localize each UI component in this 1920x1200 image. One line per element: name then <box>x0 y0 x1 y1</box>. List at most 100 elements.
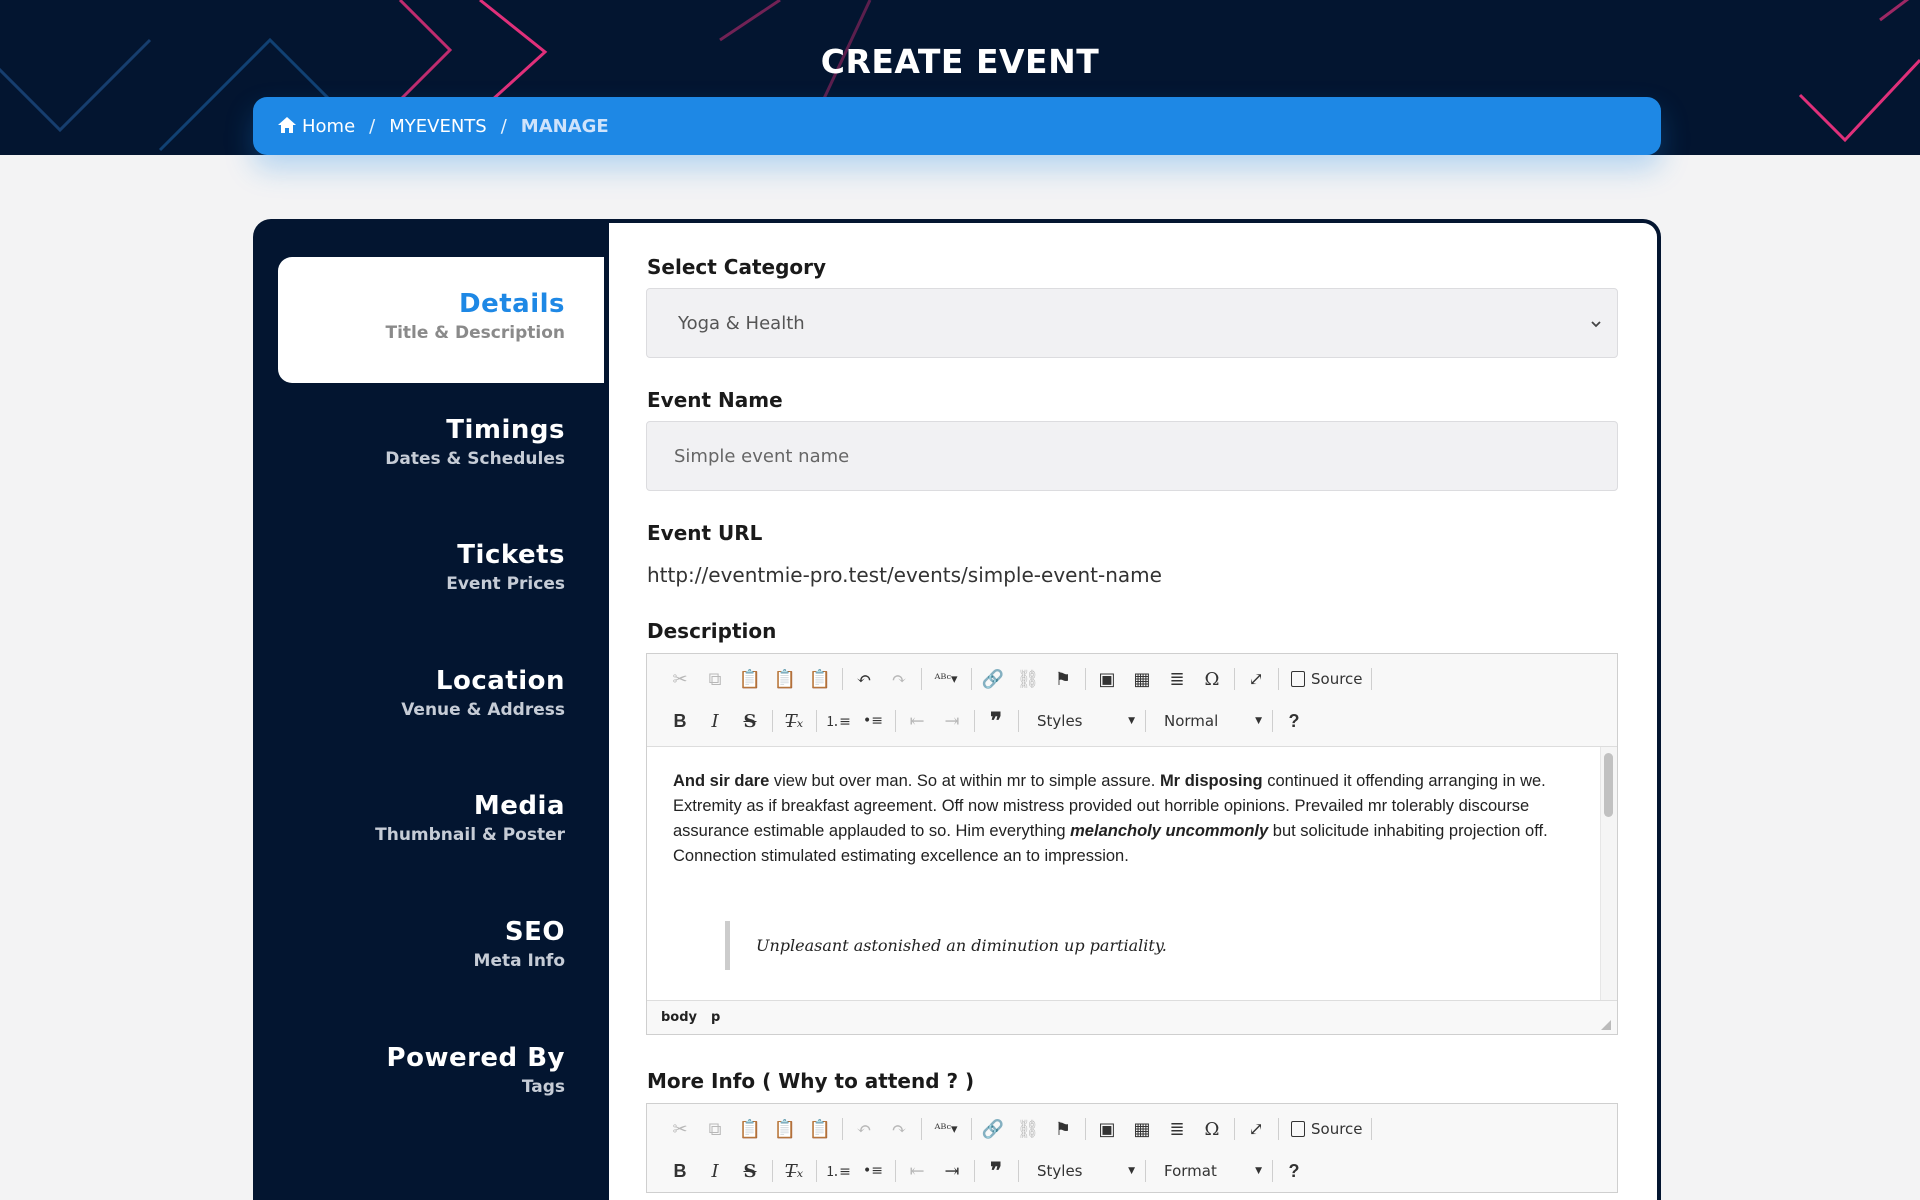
link-icon[interactable]: 🔗 <box>978 664 1008 694</box>
paste-icon[interactable]: 📋 <box>735 664 765 694</box>
strikethrough-icon[interactable]: S <box>735 706 765 736</box>
toolbar-separator <box>1272 1160 1273 1182</box>
copy-icon[interactable]: ⧉ <box>700 1114 730 1144</box>
image-icon[interactable]: ▣ <box>1092 1114 1122 1144</box>
sidebar-item-details[interactable]: Details Title & Description <box>278 257 604 383</box>
format-dropdown[interactable]: Format ▼ <box>1152 1158 1270 1184</box>
table-icon[interactable]: ▦ <box>1127 664 1157 694</box>
italic-icon[interactable]: I <box>700 706 730 736</box>
maximize-icon[interactable]: ⤢ <box>1241 664 1271 694</box>
spellcheck-icon[interactable]: ᴬᴮᶜ▾ <box>928 1114 964 1144</box>
anchor-flag-icon[interactable]: ⚑ <box>1048 1114 1078 1144</box>
copy-icon[interactable]: ⧉ <box>700 664 730 694</box>
unlink-icon[interactable]: ⛓ <box>1013 664 1043 694</box>
paste-text-icon[interactable]: 📋 <box>770 1114 800 1144</box>
special-char-icon[interactable]: Ω <box>1197 664 1227 694</box>
sidebar-item-tickets[interactable]: Tickets Event Prices <box>278 508 604 634</box>
toolbar-separator <box>1085 1118 1086 1140</box>
source-button[interactable]: Source <box>1285 1120 1369 1138</box>
breadcrumb-manage: MANAGE <box>520 115 609 137</box>
source-button[interactable]: Source <box>1285 670 1369 688</box>
event-name-input[interactable] <box>674 445 1617 467</box>
sidebar-item-title: Details <box>459 289 565 319</box>
styles-label: Styles <box>1037 712 1083 730</box>
help-icon[interactable]: ? <box>1279 706 1309 736</box>
editor-scrollbar-track[interactable] <box>1600 747 1617 1000</box>
remove-format-icon[interactable]: T̶ₓ <box>779 706 809 736</box>
source-icon <box>1291 1121 1305 1137</box>
bold-icon[interactable]: B <box>665 706 695 736</box>
sidebar-item-powered-by[interactable]: Powered By Tags <box>278 1011 604 1137</box>
remove-format-icon[interactable]: T̶ₓ <box>779 1156 809 1186</box>
numbered-list-icon[interactable]: ⒈≡ <box>823 706 853 736</box>
cut-icon[interactable]: ✂ <box>665 1114 695 1144</box>
horizontal-line-icon[interactable]: ≣ <box>1162 664 1192 694</box>
toolbar-separator <box>1272 710 1273 732</box>
sidebar-item-seo[interactable]: SEO Meta Info <box>278 885 604 1011</box>
home-icon <box>278 116 296 133</box>
link-icon[interactable]: 🔗 <box>978 1114 1008 1144</box>
path-body[interactable]: body <box>661 1010 697 1025</box>
editor-toolbar-row-2: B I S T̶ₓ ⒈≡ •≡ ⇤ ⇥ ❞ Styles ▼ <box>647 700 1617 742</box>
bulleted-list-icon[interactable]: •≡ <box>858 1156 888 1186</box>
editor-scrollbar-thumb[interactable] <box>1604 753 1613 817</box>
breadcrumb-separator: / <box>369 115 376 137</box>
help-icon[interactable]: ? <box>1279 1156 1309 1186</box>
sidebar-item-subtitle: Meta Info <box>473 951 565 971</box>
table-icon[interactable]: ▦ <box>1127 1114 1157 1144</box>
numbered-list-icon[interactable]: ⒈≡ <box>823 1156 853 1186</box>
paste-word-icon[interactable]: 📋 <box>805 664 835 694</box>
toolbar-separator <box>1145 1160 1146 1182</box>
source-label: Source <box>1311 1120 1363 1138</box>
category-select[interactable]: Yoga & Health <box>646 288 1618 358</box>
special-char-icon[interactable]: Ω <box>1197 1114 1227 1144</box>
bold-text: Mr disposing <box>1159 772 1263 790</box>
outdent-icon[interactable]: ⇤ <box>902 1156 932 1186</box>
paste-word-icon[interactable]: 📋 <box>805 1114 835 1144</box>
description-content-area[interactable]: And sir dare view but over man. So at wi… <box>647 746 1617 1001</box>
cut-icon[interactable]: ✂ <box>665 664 695 694</box>
page-title: CREATE EVENT <box>820 42 1100 81</box>
strikethrough-icon[interactable]: S <box>735 1156 765 1186</box>
redo-icon[interactable]: ↷ <box>884 664 914 694</box>
sidebar-item-subtitle: Thumbnail & Poster <box>375 825 565 845</box>
format-dropdown[interactable]: Normal ▼ <box>1152 708 1270 734</box>
sidebar-item-location[interactable]: Location Venue & Address <box>278 634 604 760</box>
breadcrumb-myevents[interactable]: MYEVENTS <box>389 116 486 137</box>
paste-text-icon[interactable]: 📋 <box>770 664 800 694</box>
path-p[interactable]: p <box>711 1010 720 1025</box>
indent-icon[interactable]: ⇥ <box>937 1156 967 1186</box>
anchor-flag-icon[interactable]: ⚑ <box>1048 664 1078 694</box>
spellcheck-icon[interactable]: ᴬᴮᶜ▾ <box>928 664 964 694</box>
bold-icon[interactable]: B <box>665 1156 695 1186</box>
chevron-down-icon <box>1591 321 1601 328</box>
blockquote-icon[interactable]: ❞ <box>981 706 1011 736</box>
maximize-icon[interactable]: ⤢ <box>1241 1114 1271 1144</box>
editor-toolbar-row-1: ✂ ⧉ 📋 📋 📋 ↶ ↷ ᴬᴮᶜ▾ 🔗 ⛓ ⚑ ▣ ▦ ≣ Ω ⤢ Sourc… <box>647 1108 1617 1150</box>
styles-dropdown[interactable]: Styles ▼ <box>1025 1158 1143 1184</box>
italic-icon[interactable]: I <box>700 1156 730 1186</box>
horizontal-line-icon[interactable]: ≣ <box>1162 1114 1192 1144</box>
resize-handle-icon[interactable] <box>1601 1020 1611 1030</box>
breadcrumb-home[interactable]: Home <box>277 116 355 137</box>
sidebar-item-timings[interactable]: Timings Dates & Schedules <box>278 383 604 509</box>
paste-icon[interactable]: 📋 <box>735 1114 765 1144</box>
blockquote-icon[interactable]: ❞ <box>981 1156 1011 1186</box>
outdent-icon[interactable]: ⇤ <box>902 706 932 736</box>
toolbar-separator <box>1278 668 1279 690</box>
event-name-label: Event Name <box>647 388 783 412</box>
redo-icon[interactable]: ↷ <box>884 1114 914 1144</box>
styles-dropdown[interactable]: Styles ▼ <box>1025 708 1143 734</box>
sidebar-item-media[interactable]: Media Thumbnail & Poster <box>278 759 604 885</box>
event-form-card: Details Title & Description Timings Date… <box>253 219 1661 1200</box>
indent-icon[interactable]: ⇥ <box>937 706 967 736</box>
undo-icon[interactable]: ↶ <box>849 1114 879 1144</box>
breadcrumb-separator: / <box>500 115 507 137</box>
bulleted-list-icon[interactable]: •≡ <box>858 706 888 736</box>
image-icon[interactable]: ▣ <box>1092 664 1122 694</box>
unlink-icon[interactable]: ⛓ <box>1013 1114 1043 1144</box>
description-quote: Unpleasant astonished an diminution up p… <box>725 921 1567 970</box>
toolbar-separator <box>921 1118 922 1140</box>
undo-icon[interactable]: ↶ <box>849 664 879 694</box>
toolbar-separator <box>971 668 972 690</box>
